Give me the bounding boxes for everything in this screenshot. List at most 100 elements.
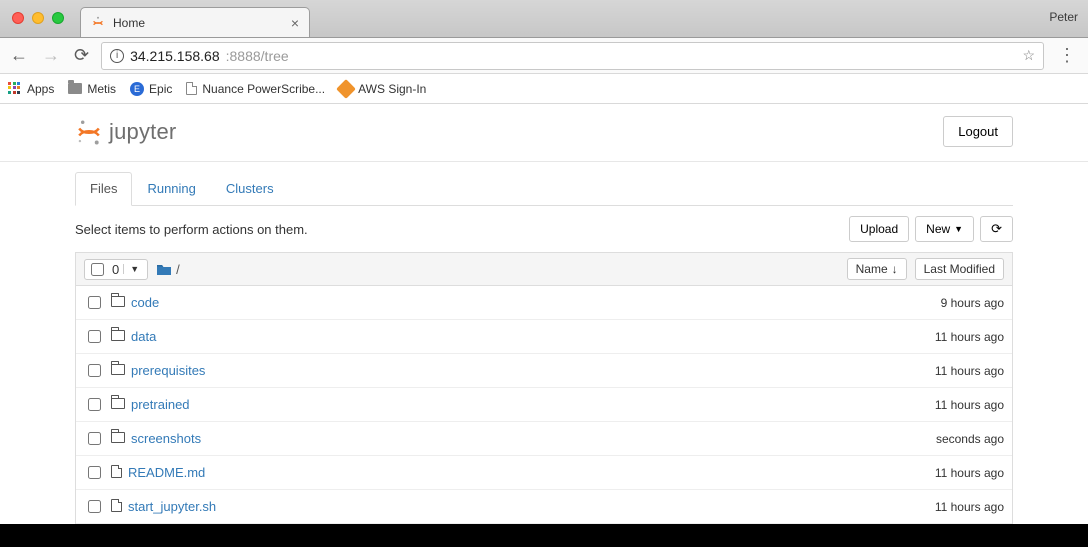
bookmark-aws[interactable]: AWS Sign-In <box>339 82 426 96</box>
item-modified: 11 hours ago <box>935 500 1004 514</box>
browser-menu-icon[interactable]: ⋮ <box>1054 45 1080 66</box>
jupyter-tabs: Files Running Clusters <box>75 172 1013 206</box>
upload-button[interactable]: Upload <box>849 216 909 242</box>
minimize-window-icon[interactable] <box>32 12 44 24</box>
back-button[interactable]: ← <box>8 45 30 66</box>
list-item[interactable]: README.md 11 hours ago <box>76 456 1012 490</box>
bookmark-epic[interactable]: E Epic <box>130 82 172 96</box>
item-name[interactable]: README.md <box>128 465 205 480</box>
folder-icon <box>68 83 82 94</box>
bookmark-star-icon[interactable]: ☆ <box>1022 47 1035 64</box>
page-content: jupyter Logout Files Running Clusters Se… <box>0 104 1088 524</box>
folder-icon <box>111 363 125 378</box>
tab-running[interactable]: Running <box>132 172 210 205</box>
list-item[interactable]: code 9 hours ago <box>76 286 1012 320</box>
bookmark-apps[interactable]: Apps <box>8 82 54 96</box>
aws-icon <box>336 79 356 99</box>
site-info-icon[interactable]: i <box>110 49 124 63</box>
bookmark-epic-label: Epic <box>149 82 172 96</box>
reload-button[interactable]: ⟳ <box>72 45 91 66</box>
jupyter-logo-icon <box>75 118 103 146</box>
row-checkbox[interactable] <box>88 466 101 479</box>
item-modified: 11 hours ago <box>935 330 1004 344</box>
epic-icon: E <box>130 82 144 96</box>
item-modified: 11 hours ago <box>935 398 1004 412</box>
list-item[interactable]: screenshots seconds ago <box>76 422 1012 456</box>
select-all-box[interactable]: 0 ▼ <box>84 259 148 280</box>
row-checkbox[interactable] <box>88 500 101 513</box>
row-checkbox[interactable] <box>88 432 101 445</box>
chevron-down-icon[interactable]: ▼ <box>123 264 145 274</box>
folder-icon <box>111 431 125 446</box>
page-icon <box>186 82 197 95</box>
list-item[interactable]: data 11 hours ago <box>76 320 1012 354</box>
breadcrumb-root: / <box>176 262 180 277</box>
bottom-strip <box>0 524 1088 547</box>
maximize-window-icon[interactable] <box>52 12 64 24</box>
bookmark-nuance-label: Nuance PowerScribe... <box>202 82 325 96</box>
tab-close-icon[interactable]: × <box>291 15 299 31</box>
jupyter-logo[interactable]: jupyter <box>75 118 176 146</box>
folder-icon <box>111 295 125 310</box>
refresh-button[interactable]: ⟳ <box>980 216 1013 242</box>
arrow-down-icon: ↓ <box>892 262 898 276</box>
bookmark-nuance[interactable]: Nuance PowerScribe... <box>186 82 325 96</box>
item-name[interactable]: code <box>131 295 159 310</box>
breadcrumb-folder-icon[interactable] <box>156 262 172 276</box>
browser-toolbar: ← → ⟳ i 34.215.158.68 :8888/tree ☆ ⋮ <box>0 38 1088 74</box>
item-modified: 11 hours ago <box>935 466 1004 480</box>
list-header: 0 ▼ / Name ↓ Last Modified <box>75 252 1013 286</box>
close-window-icon[interactable] <box>12 12 24 24</box>
item-name[interactable]: pretrained <box>131 397 190 412</box>
jupyter-brand-text: jupyter <box>109 119 176 145</box>
sort-modified-button[interactable]: Last Modified <box>915 258 1004 280</box>
tab-title: Home <box>113 16 145 30</box>
row-checkbox[interactable] <box>88 398 101 411</box>
url-host: 34.215.158.68 <box>130 48 220 64</box>
list-item[interactable]: prerequisites 11 hours ago <box>76 354 1012 388</box>
list-item[interactable]: start_jupyter.sh 11 hours ago <box>76 490 1012 524</box>
file-icon <box>111 499 122 515</box>
traffic-lights <box>12 12 64 24</box>
selected-count: 0 <box>108 262 123 277</box>
item-name[interactable]: screenshots <box>131 431 201 446</box>
url-rest: :8888/tree <box>226 48 289 64</box>
profile-name[interactable]: Peter <box>1049 10 1078 24</box>
item-modified: 11 hours ago <box>935 364 1004 378</box>
forward-button: → <box>40 45 62 66</box>
bookmark-apps-label: Apps <box>27 82 54 96</box>
folder-icon <box>111 329 125 344</box>
bookmark-metis-label: Metis <box>87 82 116 96</box>
item-modified: 9 hours ago <box>941 296 1004 310</box>
row-checkbox[interactable] <box>88 364 101 377</box>
new-button[interactable]: New▼ <box>915 216 974 242</box>
window-titlebar: Home × Peter <box>0 0 1088 38</box>
file-icon <box>111 465 122 481</box>
item-name[interactable]: start_jupyter.sh <box>128 499 216 514</box>
file-list: code9 hours agodata11 hours agoprerequis… <box>75 286 1013 524</box>
actions-row: Select items to perform actions on them.… <box>75 206 1013 252</box>
address-bar[interactable]: i 34.215.158.68 :8888/tree ☆ <box>101 42 1044 70</box>
row-checkbox[interactable] <box>88 296 101 309</box>
tab-clusters[interactable]: Clusters <box>211 172 289 205</box>
chevron-down-icon: ▼ <box>954 224 963 234</box>
list-item[interactable]: pretrained 11 hours ago <box>76 388 1012 422</box>
sort-name-button[interactable]: Name ↓ <box>847 258 907 280</box>
bookmark-aws-label: AWS Sign-In <box>358 82 426 96</box>
tab-files[interactable]: Files <box>75 172 132 206</box>
hint-text: Select items to perform actions on them. <box>75 222 308 237</box>
bookmark-metis[interactable]: Metis <box>68 82 116 96</box>
item-name[interactable]: prerequisites <box>131 363 205 378</box>
row-checkbox[interactable] <box>88 330 101 343</box>
sort-name-label: Name <box>856 262 888 276</box>
browser-tab[interactable]: Home × <box>80 7 310 37</box>
bookmarks-bar: Apps Metis E Epic Nuance PowerScribe... … <box>0 74 1088 104</box>
jupyter-favicon-icon <box>91 16 105 30</box>
select-all-checkbox[interactable] <box>91 263 104 276</box>
apps-grid-icon <box>8 82 22 96</box>
item-modified: seconds ago <box>936 432 1004 446</box>
item-name[interactable]: data <box>131 329 156 344</box>
folder-icon <box>111 397 125 412</box>
logout-button[interactable]: Logout <box>943 116 1013 147</box>
jupyter-header: jupyter Logout <box>75 104 1013 157</box>
